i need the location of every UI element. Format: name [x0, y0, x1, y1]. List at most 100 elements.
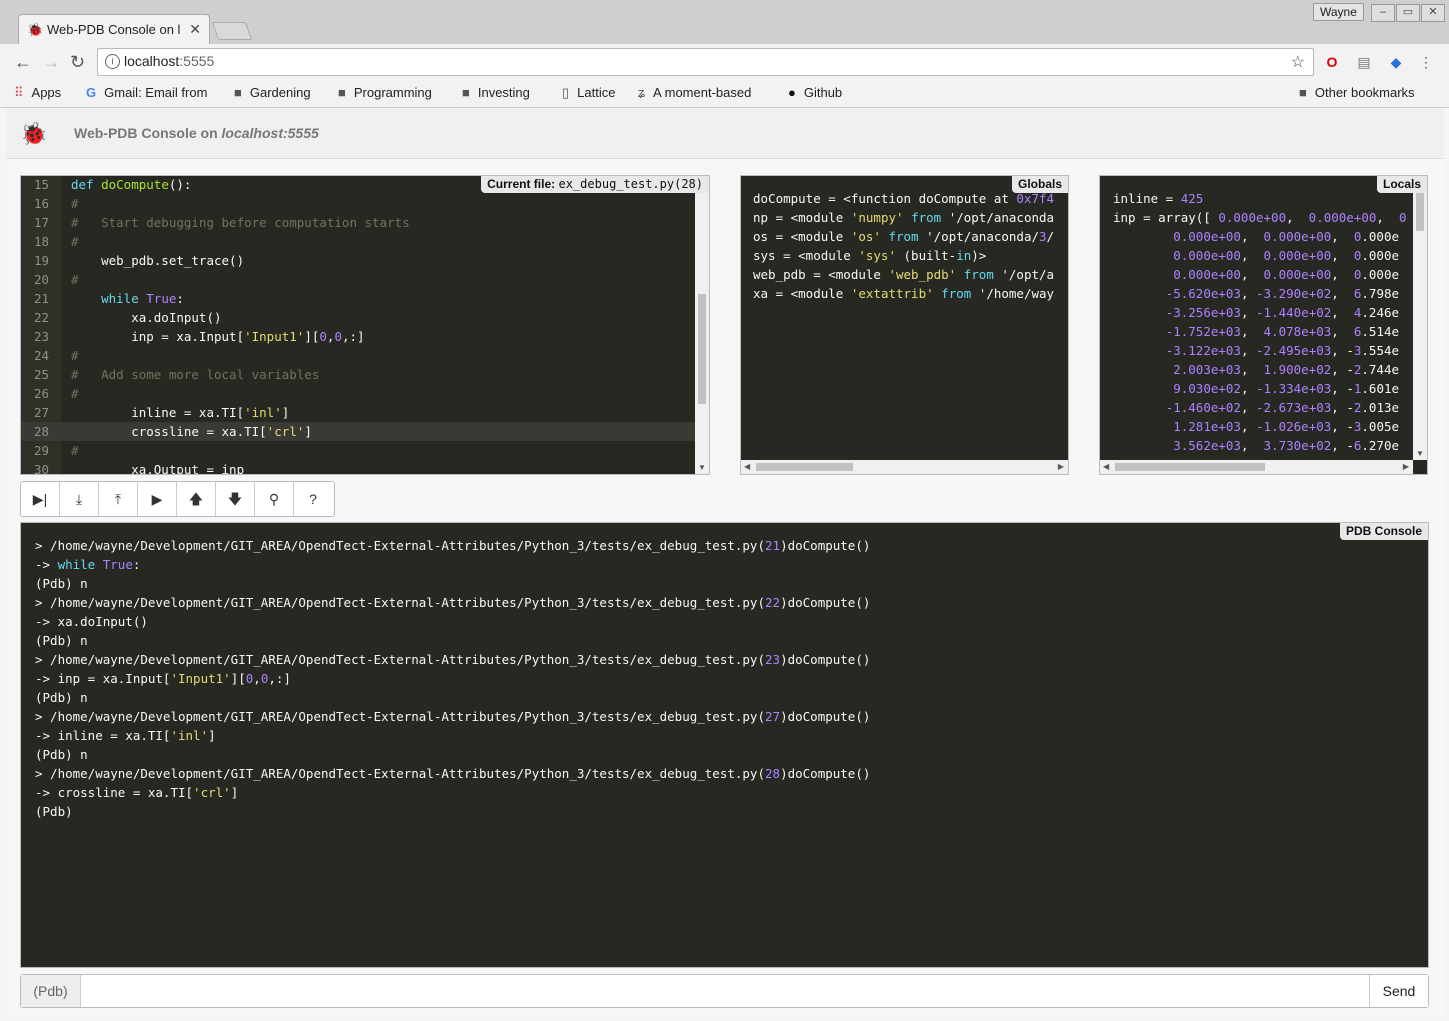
return-button[interactable]: ⤒	[99, 482, 138, 516]
scroll-thumb[interactable]	[1416, 193, 1424, 231]
locals-vertical-scrollbar[interactable]: ▼	[1413, 187, 1427, 460]
scroll-down-icon[interactable]: ▼	[698, 463, 706, 472]
code-line: 29 #	[21, 441, 709, 460]
bookmark-gardening[interactable]: ■ Gardening	[234, 85, 311, 100]
github-icon: ●	[788, 85, 796, 100]
code-line: 26 #	[21, 384, 709, 403]
command-bar: (Pdb) Send	[20, 974, 1429, 1008]
variable-line: 3.562e+03, 3.730e+02, -6.270e	[1173, 438, 1400, 453]
browser-tab[interactable]: 🐞 Web-PDB Console on l ✕	[18, 14, 210, 45]
close-window-icon[interactable]: ✕	[1421, 4, 1445, 22]
bookmark-gmail[interactable]: G Gmail: Email from	[86, 85, 207, 100]
minimize-icon[interactable]: –	[1371, 4, 1395, 22]
locals-label: Locals	[1376, 176, 1427, 193]
bookmark-apps[interactable]: ⠿ Apps	[14, 85, 61, 101]
variable-line: 2.003e+03, 1.900e+02, -2.744e	[1173, 362, 1400, 377]
browser-titlebar: 🐞 Web-PDB Console on l ✕ Wayne – ▭ ✕	[0, 0, 1449, 45]
bookmark-moment[interactable]: ʑA moment-based	[638, 85, 751, 100]
scroll-thumb[interactable]	[1115, 463, 1265, 471]
current-file-label: Current file: ex_debug_test.py(28)	[481, 176, 709, 193]
pdb-console[interactable]: PDB Console > /home/wayne/Development/GI…	[20, 522, 1429, 968]
folder-icon: ■	[338, 85, 346, 100]
console-line: > /home/wayne/Development/GIT_AREA/Opend…	[35, 595, 871, 610]
extension-icon[interactable]: ◆	[1387, 53, 1405, 71]
code-line: 23 inp = xa.Input['Input1'][0,0,:]	[21, 327, 709, 346]
pdb-prompt: (Pdb)	[21, 975, 81, 1007]
code-line: 17 # Start debugging before computation s…	[21, 213, 709, 232]
variable-line: -5.620e+03, -3.290e+02, 6.798e	[1165, 286, 1400, 301]
code-vertical-scrollbar[interactable]: ▼	[695, 176, 709, 474]
line-number: 15	[33, 177, 49, 192]
globals-horizontal-scrollbar[interactable]: ◀ ▶	[741, 460, 1068, 474]
next-button[interactable]: ▶|	[21, 482, 60, 516]
code-line: 22 xa.doInput()	[21, 308, 709, 327]
line-number: 18	[33, 234, 49, 249]
bookmark-programming[interactable]: ■ Programming	[338, 85, 432, 100]
document-extension-icon[interactable]: ▤	[1355, 53, 1373, 71]
close-tab-icon[interactable]: ✕	[189, 21, 201, 38]
variable-line: xa = <module 'extattrib' from '/home/way	[753, 286, 1055, 301]
console-line: > /home/wayne/Development/GIT_AREA/Opend…	[35, 652, 871, 667]
variable-line: inp = array([ 0.000e+00, 0.000e+00, 0	[1113, 210, 1407, 225]
globals-label: Globals	[1011, 176, 1068, 193]
console-line: -> while True:	[35, 557, 141, 572]
line-number: 16	[33, 196, 49, 211]
down-button[interactable]: 🡇	[216, 482, 255, 516]
address-bar[interactable]: i localhost:5555 ☆	[97, 48, 1314, 76]
console-line: (Pdb) n	[35, 690, 88, 705]
step-button[interactable]: ⤓	[60, 482, 99, 516]
scroll-right-icon[interactable]: ▶	[1403, 462, 1409, 471]
menu-icon[interactable]: ⋮	[1417, 53, 1435, 71]
line-number: 21	[33, 291, 49, 306]
forward-icon[interactable]: →	[42, 52, 60, 73]
code-line: 27 inline = xa.TI['inl']	[21, 403, 709, 422]
line-number: 20	[33, 272, 49, 287]
send-button[interactable]: Send	[1369, 975, 1428, 1007]
help-button[interactable]: ?	[294, 482, 332, 516]
bookmark-lattice[interactable]: ▯ Lattice	[562, 85, 615, 101]
scroll-thumb[interactable]	[756, 463, 853, 471]
console-line: (Pdb) n	[35, 576, 88, 591]
code-line: 18 #	[21, 232, 709, 251]
bookmark-investing[interactable]: ■ Investing	[462, 85, 530, 100]
scroll-down-icon[interactable]: ▼	[1416, 449, 1424, 458]
bug-favicon-icon: 🐞	[27, 22, 44, 37]
command-input[interactable]	[83, 978, 1367, 1004]
continue-button[interactable]: ▶	[138, 482, 177, 516]
console-line: > /home/wayne/Development/GIT_AREA/Opend…	[35, 766, 871, 781]
arxiv-icon: ʑ	[638, 85, 646, 100]
back-icon[interactable]: ←	[14, 52, 32, 73]
where-button[interactable]: ⚲	[255, 482, 294, 516]
scroll-left-icon[interactable]: ◀	[744, 462, 750, 471]
reload-icon[interactable]: ↻	[70, 52, 85, 73]
locals-panel[interactable]: Locals inline = 425 inp = array([ 0.000e+…	[1099, 175, 1428, 475]
opera-extension-icon[interactable]: O	[1323, 53, 1341, 71]
tab-title: Web-PDB Console on l	[47, 22, 181, 37]
scroll-right-icon[interactable]: ▶	[1058, 462, 1064, 471]
code-panel[interactable]: Current file: ex_debug_test.py(28) 15 def…	[20, 175, 710, 475]
bookmark-github[interactable]: ● Github	[788, 85, 842, 100]
scroll-left-icon[interactable]: ◀	[1103, 462, 1109, 471]
locals-horizontal-scrollbar[interactable]: ◀ ▶	[1100, 460, 1413, 474]
variable-line: -1.460e+02, -2.673e+03, -2.013e	[1165, 400, 1400, 415]
variable-line: 9.030e+02, -1.334e+03, -1.601e	[1173, 381, 1400, 396]
folder-icon: ■	[462, 85, 470, 100]
code-line: 24 #	[21, 346, 709, 365]
globals-panel[interactable]: Globals doCompute = <function doCompute …	[740, 175, 1069, 475]
console-line: > /home/wayne/Development/GIT_AREA/Opend…	[35, 538, 871, 553]
variable-line: 0.000e+00, 0.000e+00, 0.000e	[1173, 267, 1400, 282]
other-bookmarks[interactable]: ■ Other bookmarks	[1299, 85, 1415, 100]
scroll-thumb[interactable]	[698, 294, 706, 404]
line-number: 30	[33, 462, 49, 475]
info-icon[interactable]: i	[105, 54, 120, 69]
maximize-icon[interactable]: ▭	[1396, 4, 1420, 22]
profile-button[interactable]: Wayne	[1313, 3, 1364, 21]
bookmark-star-icon[interactable]: ☆	[1291, 52, 1305, 72]
debug-button-bar: ▶| ⤓ ⤒ ▶ 🡅 🡇 ⚲?	[20, 481, 335, 517]
web-pdb-page: 🐞 Web-PDB Console on localhost:5555 Curr…	[6, 108, 1444, 1018]
up-button[interactable]: 🡅	[177, 482, 216, 516]
console-line: (Pdb) n	[35, 633, 88, 648]
console-line: -> inline = xa.TI['inl']	[35, 728, 216, 743]
variable-line: sys = <module 'sys' (built-in)>	[753, 248, 987, 263]
new-tab-button[interactable]	[211, 22, 253, 40]
